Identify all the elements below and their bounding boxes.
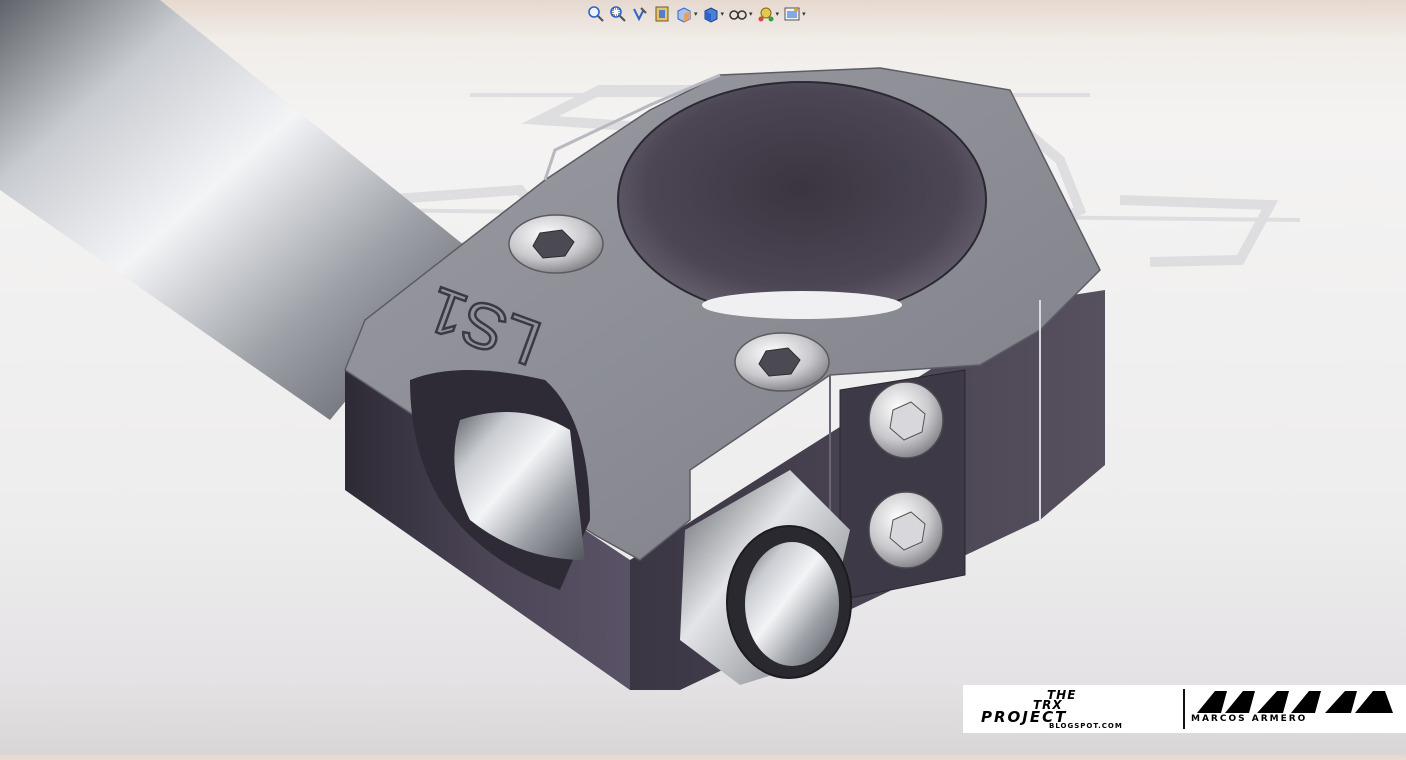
logo-line-blogspot: BLOGSPOT.COM — [1049, 722, 1123, 730]
edit-appearance-button[interactable]: ▾ — [756, 3, 781, 25]
top-cap-screw-left[interactable] — [508, 214, 604, 274]
mountain-logo-mark — [1197, 691, 1393, 713]
display-style-dropdown-arrow[interactable]: ▾ — [721, 11, 725, 18]
zoom-to-area-button[interactable] — [608, 3, 628, 25]
display-style-button[interactable]: ▾ — [701, 3, 726, 25]
logo-signature-text: MARCOS ARMERO — [1191, 714, 1308, 724]
section-view-icon — [655, 6, 669, 22]
top-cap-screw-right[interactable] — [734, 332, 830, 392]
zoom-to-fit-icon — [588, 6, 604, 22]
marcos-armero-logo: MARCOS ARMERO — [1185, 685, 1406, 733]
zoom-to-area-icon — [610, 6, 626, 22]
hide-show-items-button[interactable]: ▾ — [727, 3, 754, 25]
display-style-icon — [704, 7, 718, 23]
zoom-to-fit-button[interactable] — [586, 3, 606, 25]
view-orientation-button[interactable]: ▾ — [674, 3, 699, 25]
hide-show-items-dropdown-arrow[interactable]: ▾ — [749, 11, 753, 18]
watermark-logo-panel: THE TRX PROJECT BLOGSPOT.COM MARCOS ARME… — [963, 685, 1406, 733]
pinch-bolt-lower[interactable] — [868, 491, 944, 569]
trx-project-logo: THE TRX PROJECT BLOGSPOT.COM — [963, 685, 1183, 733]
apply-scene-icon — [784, 7, 800, 21]
apply-scene-dropdown-arrow[interactable]: ▾ — [802, 11, 806, 18]
view-orientation-icon — [677, 7, 691, 23]
view-orientation-dropdown-arrow[interactable]: ▾ — [694, 11, 698, 18]
graphics-area[interactable]: LS1 ▾ ▾ ▾ ▾ ▾ THE TRX PROJECT BLOGSPOT.C… — [0, 0, 1406, 755]
heads-up-view-toolbar: ▾ ▾ ▾ ▾ ▾ — [586, 2, 807, 26]
model-view[interactable]: LS1 — [0, 0, 1406, 755]
apply-scene-button[interactable]: ▾ — [782, 3, 807, 25]
handlebar-bore — [617, 81, 987, 319]
edit-appearance-icon — [758, 7, 774, 22]
pinch-bolt-upper[interactable] — [868, 381, 944, 459]
previous-view-icon — [633, 7, 647, 22]
previous-view-button[interactable] — [630, 3, 650, 25]
hide-show-items-icon — [729, 10, 747, 20]
section-view-button[interactable] — [652, 3, 672, 25]
edit-appearance-dropdown-arrow[interactable]: ▾ — [776, 11, 780, 18]
